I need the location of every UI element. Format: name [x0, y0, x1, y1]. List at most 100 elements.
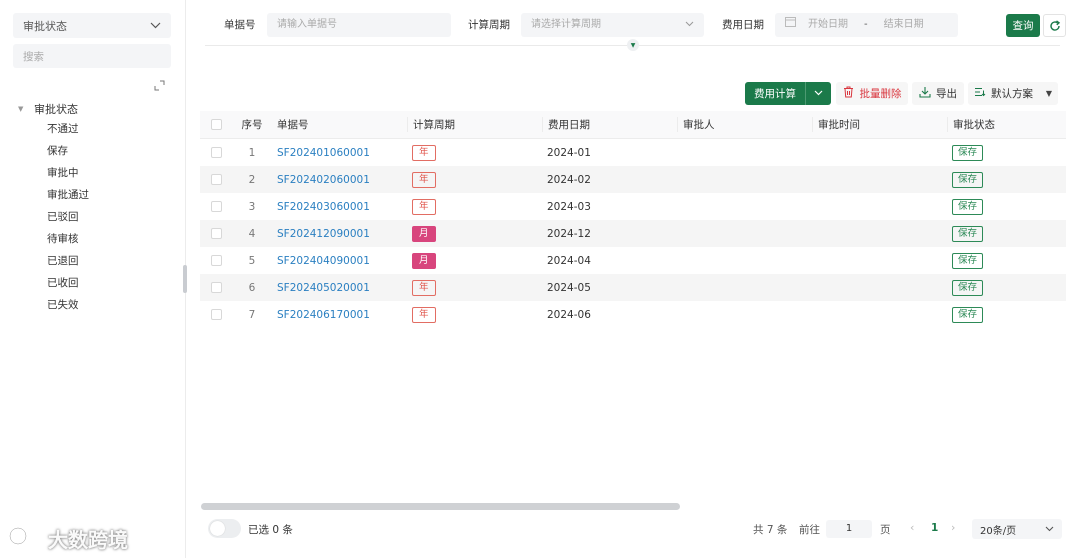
row-checkbox[interactable]: [210, 201, 222, 212]
tree-item-withdrawn[interactable]: 已收回: [18, 272, 89, 294]
row-index: 6: [248, 281, 256, 294]
doc-no-link[interactable]: SF202412090001: [277, 228, 370, 240]
row-doc-no-cell: SF202406170001: [272, 309, 407, 321]
app-root: 审批状态 搜索 ▼ 审批状态 不通过 保存 审批中 审批通过 已驳回 待审核 已…: [0, 0, 1080, 558]
tree-root-label: 审批状态: [34, 103, 78, 116]
table-row[interactable]: 4 SF202412090001 月 2024-12 保存: [200, 220, 1066, 247]
chevron-right-icon[interactable]: ›: [951, 521, 955, 534]
select-all-checkbox[interactable]: [210, 119, 222, 130]
chevron-down-icon: [814, 89, 823, 99]
header-status[interactable]: 审批状态: [947, 117, 1066, 132]
doc-no-link[interactable]: SF202401060001: [277, 147, 370, 159]
chevron-left-icon[interactable]: ‹: [910, 521, 914, 534]
tree-item-saved[interactable]: 保存: [18, 140, 89, 162]
export-label: 导出: [936, 88, 957, 100]
tree-item-in-approval[interactable]: 审批中: [18, 162, 89, 184]
tree-item-approved[interactable]: 审批通过: [18, 184, 89, 206]
header-date[interactable]: 费用日期: [542, 117, 677, 132]
status-tree: ▼ 审批状态 不通过 保存 审批中 审批通过 已驳回 待审核 已退回 已收回 已…: [18, 100, 89, 316]
row-checkbox[interactable]: [210, 174, 222, 185]
collapse-filter-icon[interactable]: ▼: [627, 39, 639, 51]
sidebar-filter-select[interactable]: 审批状态: [13, 13, 171, 38]
date-start-placeholder: 开始日期: [808, 19, 848, 30]
row-date: 2024-05: [547, 281, 591, 294]
watermark-text: 大数跨境: [48, 528, 128, 552]
row-index: 3: [248, 200, 256, 213]
scheme-select[interactable]: 默认方案 ▼: [968, 82, 1058, 105]
row-date: 2024-01: [547, 146, 591, 159]
header-approver[interactable]: 审批人: [677, 117, 812, 132]
sidebar-search-placeholder: 搜索: [23, 50, 44, 63]
row-checkbox[interactable]: [210, 147, 222, 158]
cycle-tag: 年: [412, 306, 436, 323]
cycle-tag: 年: [412, 171, 436, 188]
row-index: 2: [248, 173, 256, 186]
header-cycle[interactable]: 计算周期: [407, 117, 542, 132]
row-checkbox[interactable]: [210, 309, 222, 320]
doc-no-link[interactable]: SF202405020001: [277, 282, 370, 294]
row-doc-no-cell: SF202404090001: [272, 255, 407, 267]
batch-delete-button[interactable]: 批量删除: [836, 82, 908, 105]
tree-item-pending-review[interactable]: 待审核: [18, 228, 89, 250]
doc-no-link[interactable]: SF202402060001: [277, 174, 370, 186]
cycle-tag: 月: [412, 252, 436, 269]
tree-item-invalid[interactable]: 已失效: [18, 294, 89, 316]
row-status-cell: 保存: [947, 279, 1066, 296]
cycle-tag: 年: [412, 144, 436, 161]
row-status-cell: 保存: [947, 171, 1066, 188]
status-badge: 保存: [952, 279, 984, 296]
row-doc-no-cell: SF202405020001: [272, 282, 407, 294]
fee-calc-dropdown-button[interactable]: [805, 82, 831, 105]
header-doc-no[interactable]: 单据号: [272, 117, 407, 132]
row-checkbox-cell: [200, 309, 232, 320]
table-row[interactable]: 5 SF202404090001 月 2024-04 保存: [200, 247, 1066, 274]
sidebar-resize-handle[interactable]: [183, 265, 187, 293]
row-status-cell: 保存: [947, 198, 1066, 215]
date-label: 费用日期: [722, 19, 764, 31]
table-row[interactable]: 6 SF202405020001 年 2024-05 保存: [200, 274, 1066, 301]
row-checkbox[interactable]: [210, 255, 222, 266]
header-approve-time[interactable]: 审批时间: [812, 117, 947, 132]
page-size-select[interactable]: 20条/页: [972, 519, 1062, 539]
table-row[interactable]: 2 SF202402060001 年 2024-02 保存: [200, 166, 1066, 193]
table-row[interactable]: 1 SF202401060001 年 2024-01 保存: [200, 139, 1066, 166]
export-button[interactable]: 导出: [912, 82, 964, 105]
row-cycle-cell: 年: [407, 198, 542, 215]
doc-no-input[interactable]: 请输入单据号: [267, 13, 451, 37]
horizontal-scrollbar[interactable]: [201, 503, 680, 510]
row-date: 2024-02: [547, 173, 591, 186]
doc-no-link[interactable]: SF202404090001: [277, 255, 370, 267]
query-button[interactable]: 查询: [1006, 14, 1040, 37]
status-badge: 保存: [952, 252, 984, 269]
table-row[interactable]: 7 SF202406170001 年 2024-06 保存: [200, 301, 1066, 328]
sidebar-search-input[interactable]: 搜索: [13, 44, 171, 68]
table-header: 序号 单据号 计算周期 费用日期 审批人 审批时间 审批状态: [200, 111, 1066, 139]
table-row[interactable]: 3 SF202403060001 年 2024-03 保存: [200, 193, 1066, 220]
fee-calc-button[interactable]: 费用计算: [745, 82, 805, 105]
row-checkbox[interactable]: [210, 228, 222, 239]
data-table: 序号 单据号 计算周期 费用日期 审批人 审批时间 审批状态 1 SF202401…: [200, 111, 1066, 328]
row-checkbox[interactable]: [210, 282, 222, 293]
row-checkbox-cell: [200, 282, 232, 293]
current-page[interactable]: 1: [931, 522, 938, 534]
row-index: 5: [248, 254, 256, 267]
tree-item-returned[interactable]: 已退回: [18, 250, 89, 272]
tree-root-node[interactable]: ▼ 审批状态: [18, 100, 89, 118]
date-separator: -: [864, 19, 868, 30]
doc-no-link[interactable]: SF202406170001: [277, 309, 370, 321]
status-badge: 保存: [952, 306, 984, 323]
tree-item-rejected[interactable]: 已驳回: [18, 206, 89, 228]
refresh-icon[interactable]: [1043, 14, 1066, 37]
select-toggle[interactable]: [208, 519, 241, 538]
goto-page-input[interactable]: 1: [826, 520, 872, 538]
date-range-picker[interactable]: 开始日期 - 结束日期: [775, 13, 958, 37]
doc-no-link[interactable]: SF202403060001: [277, 201, 370, 213]
row-status-cell: 保存: [947, 252, 1066, 269]
expand-icon[interactable]: [154, 80, 166, 92]
cycle-select[interactable]: 请选择计算周期: [521, 13, 704, 37]
caret-down-icon[interactable]: ▼: [18, 105, 28, 113]
tree-item-not-passed[interactable]: 不通过: [18, 118, 89, 140]
trash-icon: [843, 86, 854, 101]
row-checkbox-cell: [200, 201, 232, 212]
row-cycle-cell: 月: [407, 252, 542, 269]
